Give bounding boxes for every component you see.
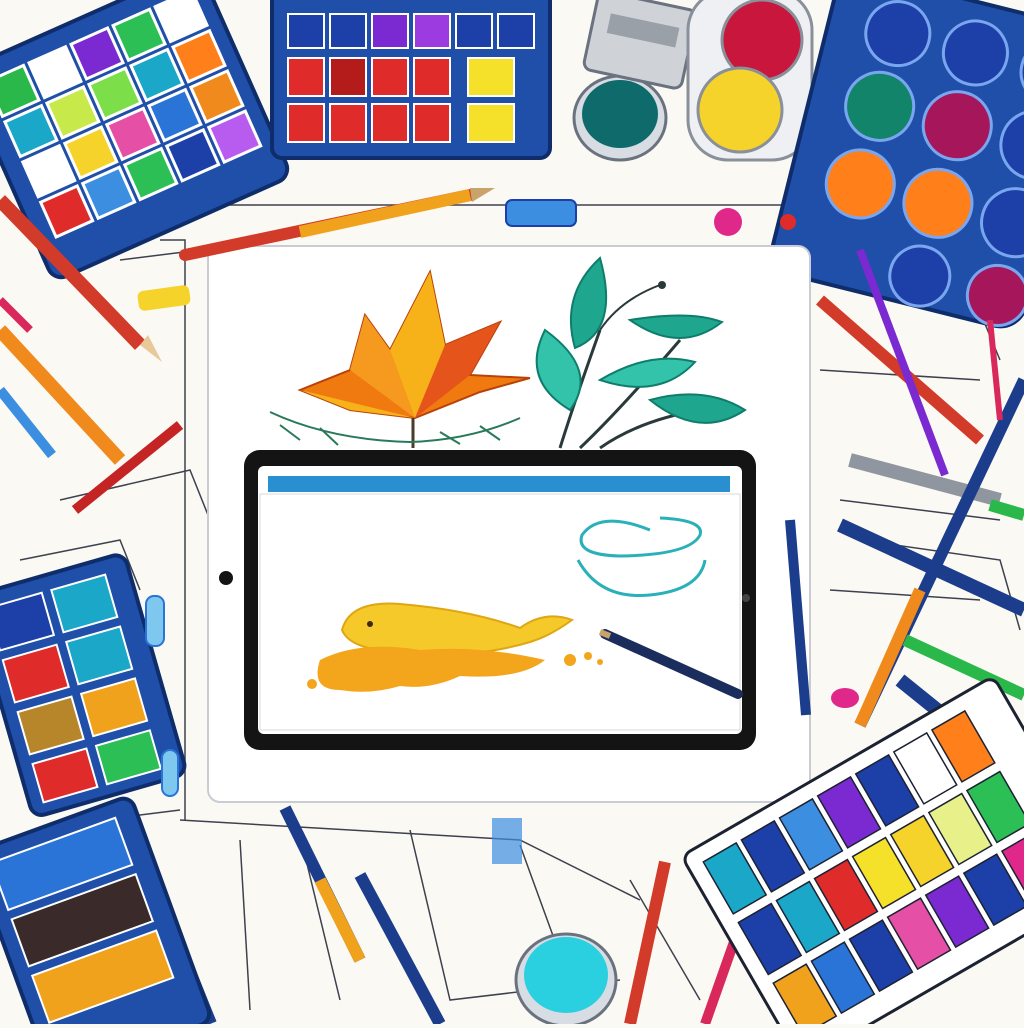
art-supplies-scene [0, 0, 1024, 1028]
colored-pencils-bottom [133, 805, 745, 1027]
paint-capsule-blue-left-2 [161, 749, 179, 797]
watercolor-palette-bottom-left [0, 796, 212, 1028]
paint-tube-grey [582, 0, 698, 90]
eraser-blue [505, 199, 577, 227]
paint-drop-red [780, 214, 796, 230]
paint-pot-icon [514, 932, 618, 1028]
eraser-yellow [137, 285, 191, 311]
paint-pot-red-yellow [686, 0, 814, 162]
paint-pot-teal [572, 74, 668, 162]
paint-capsule-blue-left [145, 595, 165, 647]
drawing-tablet-icon [219, 450, 756, 750]
watercolor-palette-top-center [270, 0, 552, 160]
watercolor-palette-left [0, 553, 187, 817]
paint-drop-magenta [714, 208, 742, 236]
scene-illustration [0, 0, 1024, 1028]
paint-drop-pink [831, 688, 859, 708]
